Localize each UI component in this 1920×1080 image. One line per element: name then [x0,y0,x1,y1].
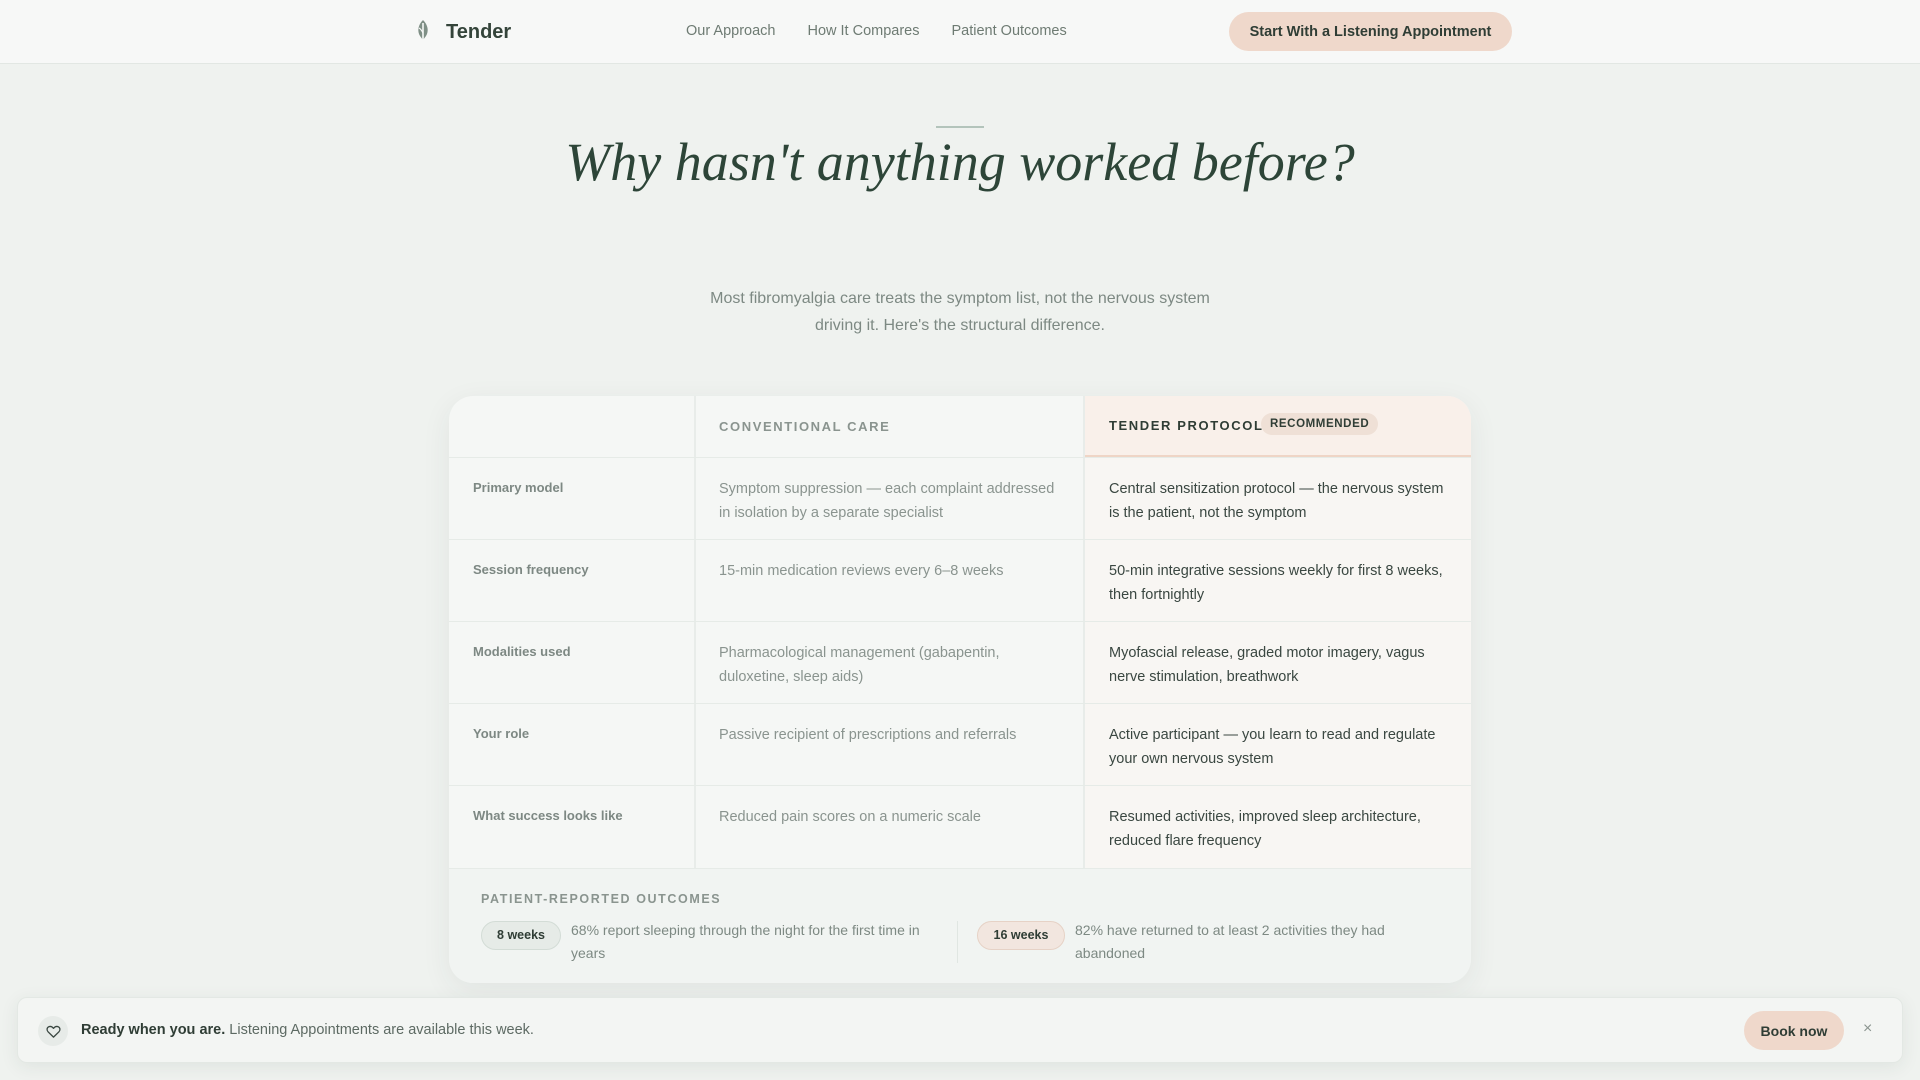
outcome-duration-badge: 16 weeks [977,921,1065,950]
table-row: Your role Passive recipient of prescript… [449,703,1471,785]
row-label: Your role [473,726,530,741]
tender-cell: Central sensitization protocol — the ner… [1109,481,1444,521]
outcome-text: 82% have returned to at least 2 activiti… [1075,922,1385,961]
outcome-text: 68% report sleeping through the night fo… [571,922,920,961]
row-label: Primary model [473,480,564,495]
start-listening-appointment-button[interactable]: Start With a Listening Appointment [1229,12,1512,51]
banner-message-bold: Ready when you are. [81,1022,226,1038]
close-icon[interactable]: × [1863,1020,1872,1038]
book-now-button[interactable]: Book now [1744,1011,1844,1050]
column-header-conventional: CONVENTIONAL CARE [719,419,891,434]
leaf-logo-icon [414,19,432,46]
heart-icon [38,1016,68,1046]
brand[interactable]: Tender [414,18,511,46]
brand-name: Tender [446,20,512,43]
conventional-cell: Reduced pain scores on a numeric scale [719,809,981,825]
recommended-badge: RECOMMENDED [1261,413,1379,435]
table-row: Primary model Symptom suppression — each… [449,457,1471,539]
banner-message-text: Listening Appointments are available thi… [225,1022,534,1038]
row-label: Session frequency [473,562,589,577]
comparison-table: CONVENTIONAL CARE TENDER PROTOCOL RECOMM… [449,396,1471,983]
tender-cell: Active participant — you learn to read a… [1109,727,1436,767]
conventional-cell: Passive recipient of prescriptions and r… [719,727,1017,743]
outcomes-title: PATIENT-REPORTED OUTCOMES [481,892,722,906]
conventional-cell: 15-min medication reviews every 6–8 week… [719,563,1004,579]
row-label: Modalities used [473,644,571,659]
outcome-divider [957,921,958,963]
nav-link-patient-outcomes[interactable]: Patient Outcomes [952,23,1067,39]
hero-subtitle: Most fibromyalgia care treats the sympto… [710,290,1210,334]
tender-cell: Resumed activities, improved sleep archi… [1109,809,1421,849]
page-title: Why hasn't anything worked before? [565,132,1355,192]
row-label: What success looks like [473,808,623,823]
conventional-cell: Pharmacological management (gabapentin, … [719,645,1000,685]
nav-links: Our Approach How It Compares Patient Out… [686,23,1067,39]
table-row: Session frequency 15-min medication revi… [449,539,1471,621]
table-row: What success looks like Reduced pain sco… [449,785,1471,867]
tender-cell: Myofascial release, graded motor imagery… [1109,645,1425,685]
banner-message: Ready when you are. Listening Appointmen… [81,1022,534,1038]
top-navigation: Tender Our Approach How It Compares Pati… [0,0,1920,64]
nav-link-how-it-compares[interactable]: How It Compares [807,23,919,39]
table-row: Modalities used Pharmacological manageme… [449,621,1471,703]
tender-cell: 50-min integrative sessions weekly for f… [1109,563,1443,603]
nav-link-our-approach[interactable]: Our Approach [686,23,775,39]
column-header-tender: TENDER PROTOCOL [1109,418,1264,433]
outcome-duration-badge: 8 weeks [481,921,561,950]
booking-banner: Ready when you are. Listening Appointmen… [17,997,1903,1063]
conventional-cell: Symptom suppression — each complaint add… [719,481,1055,521]
patient-outcomes: PATIENT-REPORTED OUTCOMES 8 weeks 68% re… [449,868,1471,983]
